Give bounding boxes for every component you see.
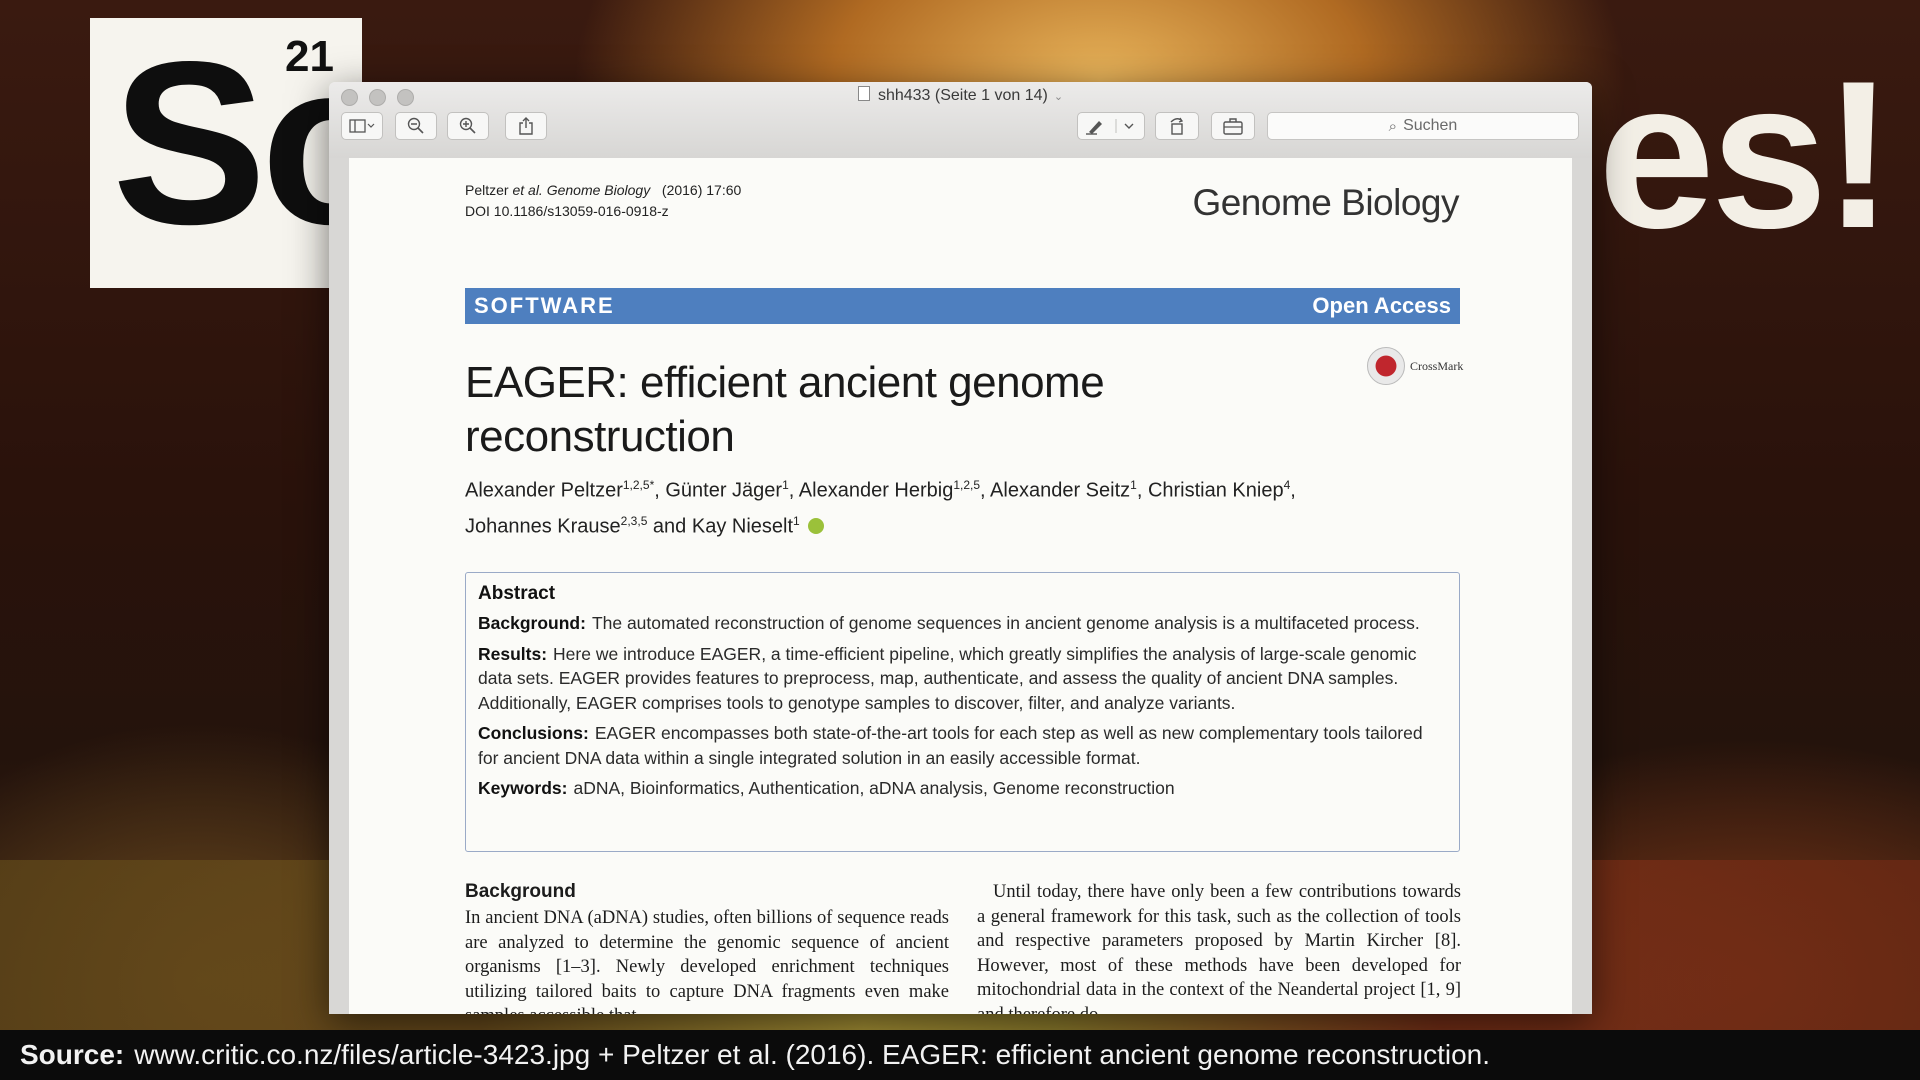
- document-icon: [857, 86, 870, 101]
- author-name: Alexander Herbig: [798, 479, 954, 502]
- abstract-label: Results:: [478, 643, 548, 664]
- abstract-text: EAGER encompasses both state-of-the-art …: [478, 723, 1423, 768]
- abstract-text: aDNA, Bioinformatics, Authentication, aD…: [573, 778, 1175, 798]
- author-name: Alexander Peltzer: [465, 479, 623, 502]
- abstract-keywords: Keywords: aDNA, Bioinformatics, Authentic…: [478, 776, 1447, 801]
- journal-name: Genome Biology: [1192, 182, 1459, 223]
- author-name: Günter Jäger: [665, 479, 783, 502]
- author-affiliation: 1,2,5: [953, 478, 981, 492]
- rotate-button[interactable]: [1155, 112, 1199, 140]
- slide-headline-right: es!: [1598, 37, 1894, 272]
- abstract-label: Background:: [478, 613, 586, 633]
- crossmark-badge[interactable]: CrossMark: [1367, 347, 1463, 385]
- author-name: Johannes Krause: [465, 515, 621, 538]
- author-name: Alexander Seitz: [990, 479, 1131, 502]
- citation-year: (2016) 17:60: [661, 182, 742, 198]
- body-text: In ancient DNA (aDNA) studies, often bil…: [465, 908, 949, 1014]
- citation-journal: Genome Biology: [546, 182, 651, 198]
- caption-label: Source:: [20, 1039, 125, 1070]
- abstract-conclusions: Conclusions: EAGER encompasses both state…: [478, 721, 1447, 770]
- open-access-label: Open Access: [1312, 293, 1451, 318]
- author-name: Kay Nieselt: [691, 515, 794, 538]
- zoom-out-icon: [407, 117, 424, 134]
- paper-title: EAGER: efficient ancient genome reconstr…: [465, 358, 1105, 461]
- citation-etal: et al.: [512, 182, 543, 198]
- chevron-down-icon: ⌄: [1053, 91, 1064, 103]
- sidebar-toggle-button[interactable]: [341, 112, 383, 140]
- abstract-text: Here we introduce EAGER, a time-efficien…: [478, 643, 1417, 713]
- abstract-label: Keywords:: [478, 778, 568, 798]
- window-title-text: shh433 (Seite 1 von 14): [877, 87, 1048, 104]
- rotate-icon: [1170, 117, 1184, 135]
- pen-icon: [1086, 119, 1134, 135]
- markup-button[interactable]: [1077, 112, 1145, 140]
- author-affiliation: 4: [1283, 478, 1291, 492]
- abstract-box: Abstract Background: The automated recons…: [465, 572, 1460, 852]
- author-affiliation: 1: [782, 478, 789, 492]
- search-placeholder: Suchen: [1403, 117, 1458, 134]
- title-bar: shh433 (Seite 1 von 14) ⌄ ⌕ Suchen: [329, 82, 1592, 159]
- author-list: Alexander Peltzer1,2,5*, Günter Jäger1, …: [465, 478, 1296, 538]
- source-caption: Source: www.critic.co.nz/files/article-34…: [0, 1030, 1920, 1080]
- crossmark-label: CrossMark: [1410, 358, 1464, 373]
- abstract-background: Background: The automated reconstruction …: [478, 611, 1447, 636]
- pdf-page: Peltzer et al. Genome Biology (2016) 17:…: [349, 158, 1572, 1014]
- body-column-left: Background In ancient DNA (aDNA) studies…: [465, 880, 949, 1014]
- citation-author: Peltzer: [465, 182, 509, 198]
- doi[interactable]: DOI 10.1186/s13059-016-0918-z: [465, 201, 741, 222]
- toolbox-icon: [1223, 118, 1243, 135]
- sidebar-icon: [349, 119, 375, 133]
- article-category: SOFTWARE: [474, 293, 615, 318]
- citation-header: Peltzer et al. Genome Biology (2016) 17:…: [465, 180, 741, 222]
- document-view[interactable]: Peltzer et al. Genome Biology (2016) 17:…: [329, 158, 1592, 1014]
- caption-text: www.critic.co.nz/files/article-3423.jpg …: [134, 1039, 1491, 1070]
- abstract-label: Conclusions:: [478, 723, 589, 743]
- article-type-banner: SOFTWARE Open Access: [465, 288, 1460, 324]
- search-field[interactable]: ⌕ Suchen: [1267, 112, 1579, 140]
- body-column-right: Until today, there have only been a few …: [977, 880, 1461, 1014]
- abstract-text: The automated reconstruction of genome s…: [591, 613, 1420, 633]
- toolbox-button[interactable]: [1211, 112, 1255, 140]
- abstract-heading: Abstract: [478, 583, 556, 604]
- slide-number: 21: [285, 32, 334, 81]
- author-affiliation: 1,2,5*: [622, 478, 655, 492]
- preview-window: shh433 (Seite 1 von 14) ⌄ ⌕ Suchen Peltz…: [329, 82, 1592, 1014]
- share-icon: [519, 117, 533, 135]
- window-title[interactable]: shh433 (Seite 1 von 14) ⌄: [329, 86, 1592, 105]
- body-text: Until today, there have only been a few …: [977, 882, 1461, 1014]
- zoom-in-button[interactable]: [447, 112, 489, 140]
- crossmark-icon: [1367, 347, 1405, 385]
- zoom-out-button[interactable]: [395, 112, 437, 140]
- author-name: Christian Kniep: [1147, 479, 1284, 502]
- abstract-results: Results: Here we introduce EAGER, a time-…: [478, 642, 1447, 716]
- share-button[interactable]: [505, 112, 547, 140]
- author-affiliation: 1: [1130, 478, 1137, 492]
- search-icon: ⌕: [1388, 117, 1398, 135]
- author-affiliation: 2,3,5: [620, 513, 648, 528]
- zoom-in-icon: [459, 117, 476, 134]
- section-heading: Background: [465, 881, 576, 902]
- author-affiliation: 1: [793, 513, 800, 528]
- orcid-icon[interactable]: [807, 518, 824, 535]
